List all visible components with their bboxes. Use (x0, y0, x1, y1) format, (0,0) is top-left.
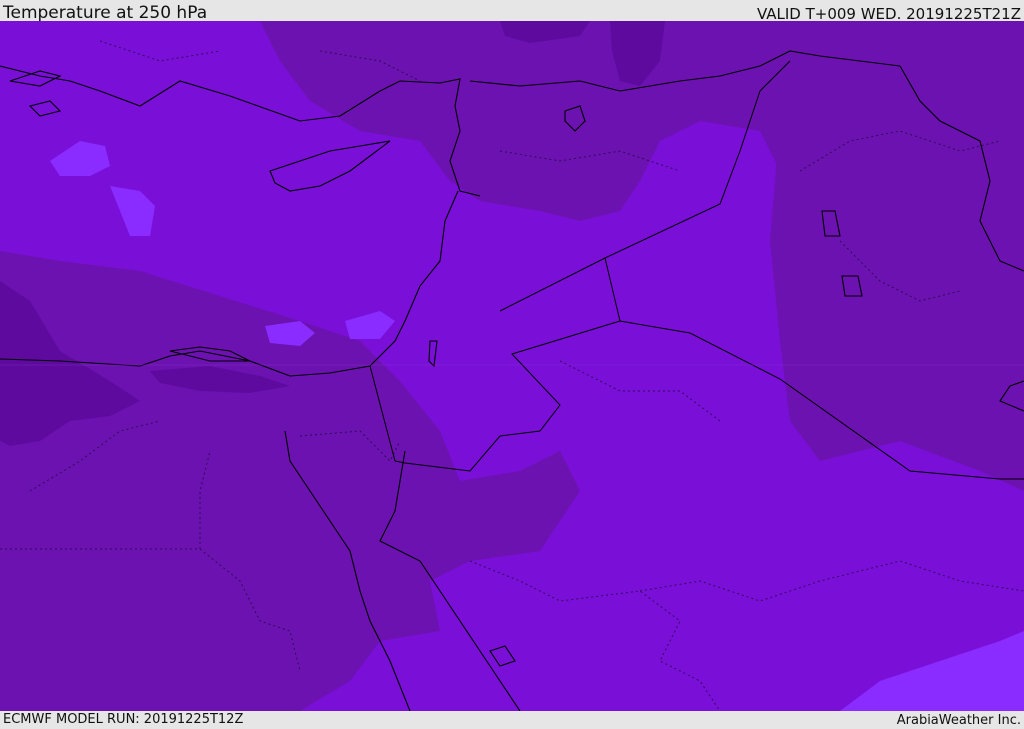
map-header: Temperature at 250 hPa VALID T+009 WED. … (0, 0, 1024, 23)
model-run-label: ECMWF MODEL RUN: 20191225T12Z (3, 712, 244, 727)
cold-zone-east (770, 101, 1024, 491)
map-footer: ECMWF MODEL RUN: 20191225T12Z ArabiaWeat… (0, 711, 1024, 729)
credit-label: ArabiaWeather Inc. (896, 713, 1021, 728)
map-svg (0, 21, 1024, 711)
temperature-map[interactable] (0, 21, 1024, 711)
map-title: Temperature at 250 hPa (3, 3, 208, 23)
